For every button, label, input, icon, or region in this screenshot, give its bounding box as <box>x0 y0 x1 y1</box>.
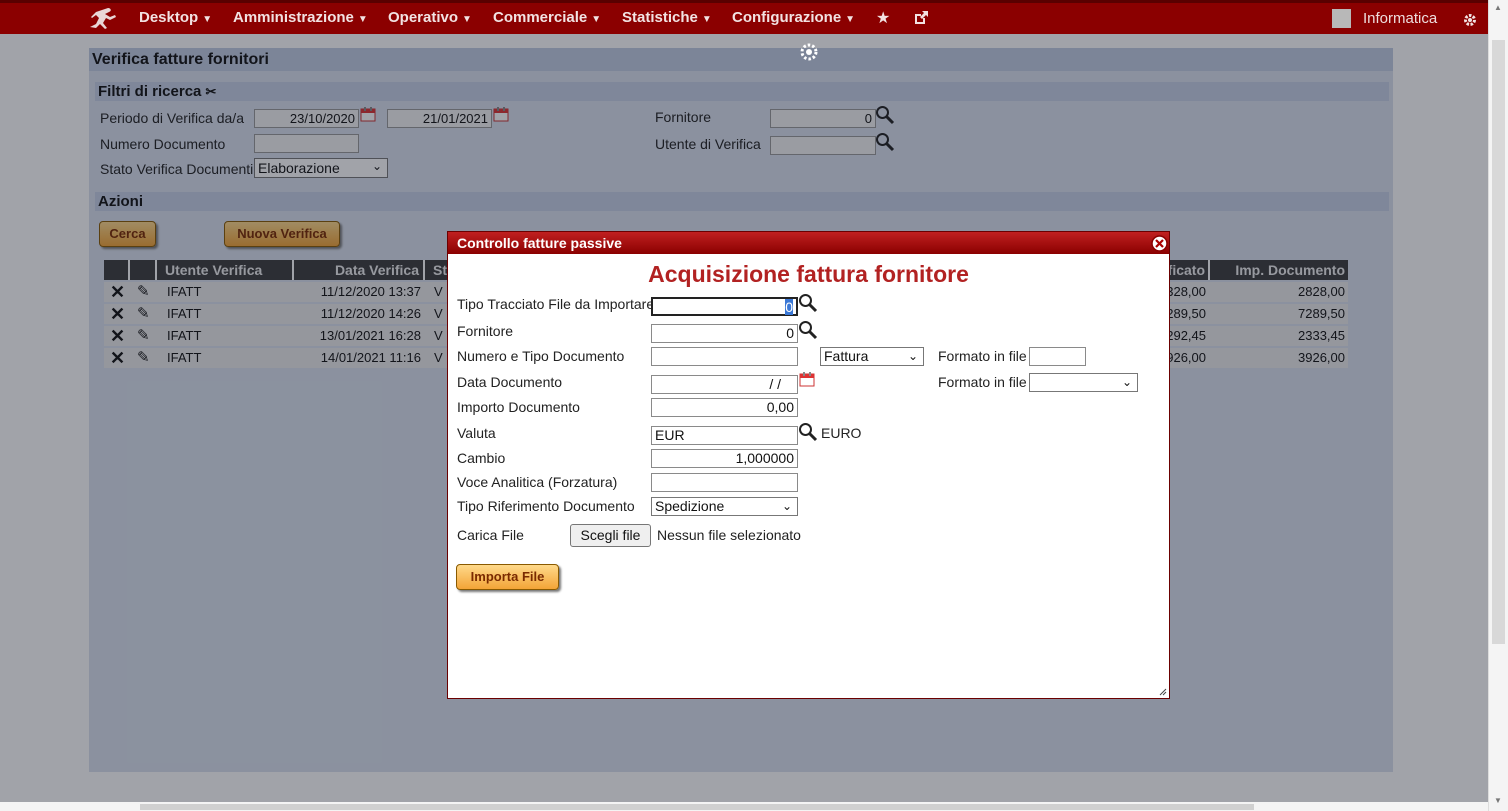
carica-file-label: Carica File <box>457 527 524 543</box>
tipo-riferimento-select[interactable]: Spedizione ⌄ <box>651 497 798 516</box>
avatar[interactable] <box>1332 9 1351 28</box>
formato-file-label-2: Formato in file <box>938 374 1027 390</box>
nav-configurazione[interactable]: Configurazione ▼ <box>732 9 855 26</box>
cambio-input[interactable]: 1,000000 <box>651 449 798 468</box>
formato-file-input[interactable] <box>1029 347 1086 366</box>
tipo-riferimento-label: Tipo Riferimento Documento <box>457 498 635 514</box>
gear-icon[interactable] <box>1463 13 1477 27</box>
loading-spinner-icon <box>800 43 818 61</box>
scroll-up-icon[interactable]: ▲ <box>1494 3 1502 12</box>
nav-operativo[interactable]: Operativo ▼ <box>388 9 472 26</box>
dialog-heading: Acquisizione fattura fornitore <box>648 261 969 287</box>
cambio-label: Cambio <box>457 450 506 466</box>
choose-file-button[interactable]: Scegli file <box>570 524 651 547</box>
importa-file-button[interactable]: Importa File <box>456 564 559 590</box>
fornitore-label: Fornitore <box>457 323 514 339</box>
tipo-documento-select[interactable]: Fattura ⌄ <box>820 347 924 366</box>
chevron-down-icon: ▼ <box>845 14 856 25</box>
external-link-icon[interactable] <box>913 10 929 26</box>
valuta-description: EURO <box>821 425 862 441</box>
nav-desktop[interactable]: Desktop ▼ <box>139 9 212 26</box>
valuta-input[interactable]: EUR <box>651 426 798 445</box>
search-icon[interactable] <box>798 293 818 313</box>
vertical-scrollbar[interactable]: ▲ ▼ <box>1488 0 1508 811</box>
chevron-down-icon: ▼ <box>202 14 213 25</box>
tipo-tracciato-input[interactable]: 0 <box>651 297 798 316</box>
user-name[interactable]: Informatica <box>1363 10 1437 27</box>
data-documento-input[interactable]: / / <box>651 375 798 394</box>
scrollbar-thumb[interactable] <box>140 804 1254 810</box>
nav-amministrazione[interactable]: Amministrazione ▼ <box>233 9 368 26</box>
top-navigation-bar: Desktop ▼ Amministrazione ▼ Operativo ▼ Com… <box>0 0 1488 34</box>
star-icon[interactable]: ★ <box>876 8 890 28</box>
numero-documento-input[interactable] <box>651 347 798 366</box>
chevron-down-icon: ⌄ <box>1121 375 1132 389</box>
voce-analitica-label: Voce Analitica (Forzatura) <box>457 474 618 490</box>
chevron-down-icon: ▼ <box>701 14 712 25</box>
data-documento-label: Data Documento <box>457 374 563 390</box>
calendar-icon[interactable] <box>799 371 815 387</box>
chevron-down-icon: ▼ <box>591 14 602 25</box>
search-icon[interactable] <box>798 422 818 442</box>
runner-logo-icon[interactable] <box>88 6 118 32</box>
scrollbar-thumb[interactable] <box>1492 40 1505 644</box>
acquisizione-dialog: Controllo fatture passive Acquisizione f… <box>447 231 1170 699</box>
horizontal-scrollbar[interactable] <box>0 802 1488 811</box>
valuta-label: Valuta <box>457 425 496 441</box>
importo-documento-input[interactable]: 0,00 <box>651 398 798 417</box>
nav-statistiche[interactable]: Statistiche ▼ <box>622 9 712 26</box>
chevron-down-icon: ⌄ <box>781 499 792 513</box>
formato-file-label: Formato in file <box>938 348 1027 364</box>
resize-handle-icon[interactable] <box>1159 688 1167 696</box>
scroll-down-icon[interactable]: ▼ <box>1494 796 1502 805</box>
close-icon[interactable] <box>1151 235 1168 252</box>
formato-file-select[interactable]: ⌄ <box>1029 373 1138 392</box>
chevron-down-icon: ▼ <box>462 14 472 25</box>
chevron-down-icon: ▼ <box>357 14 368 25</box>
dialog-title-bar[interactable]: Controllo fatture passive <box>448 232 1169 254</box>
fornitore-input[interactable]: 0 <box>651 324 798 343</box>
numero-tipo-documento-label: Numero e Tipo Documento <box>457 348 625 364</box>
importo-documento-label: Importo Documento <box>457 399 580 415</box>
file-status: Nessun file selezionato <box>657 527 801 543</box>
search-icon[interactable] <box>798 320 818 340</box>
nav-commerciale[interactable]: Commerciale ▼ <box>493 9 601 26</box>
voce-analitica-input[interactable] <box>651 473 798 492</box>
tipo-tracciato-label: Tipo Tracciato File da Importare <box>457 296 655 312</box>
chevron-down-icon: ⌄ <box>907 349 918 363</box>
